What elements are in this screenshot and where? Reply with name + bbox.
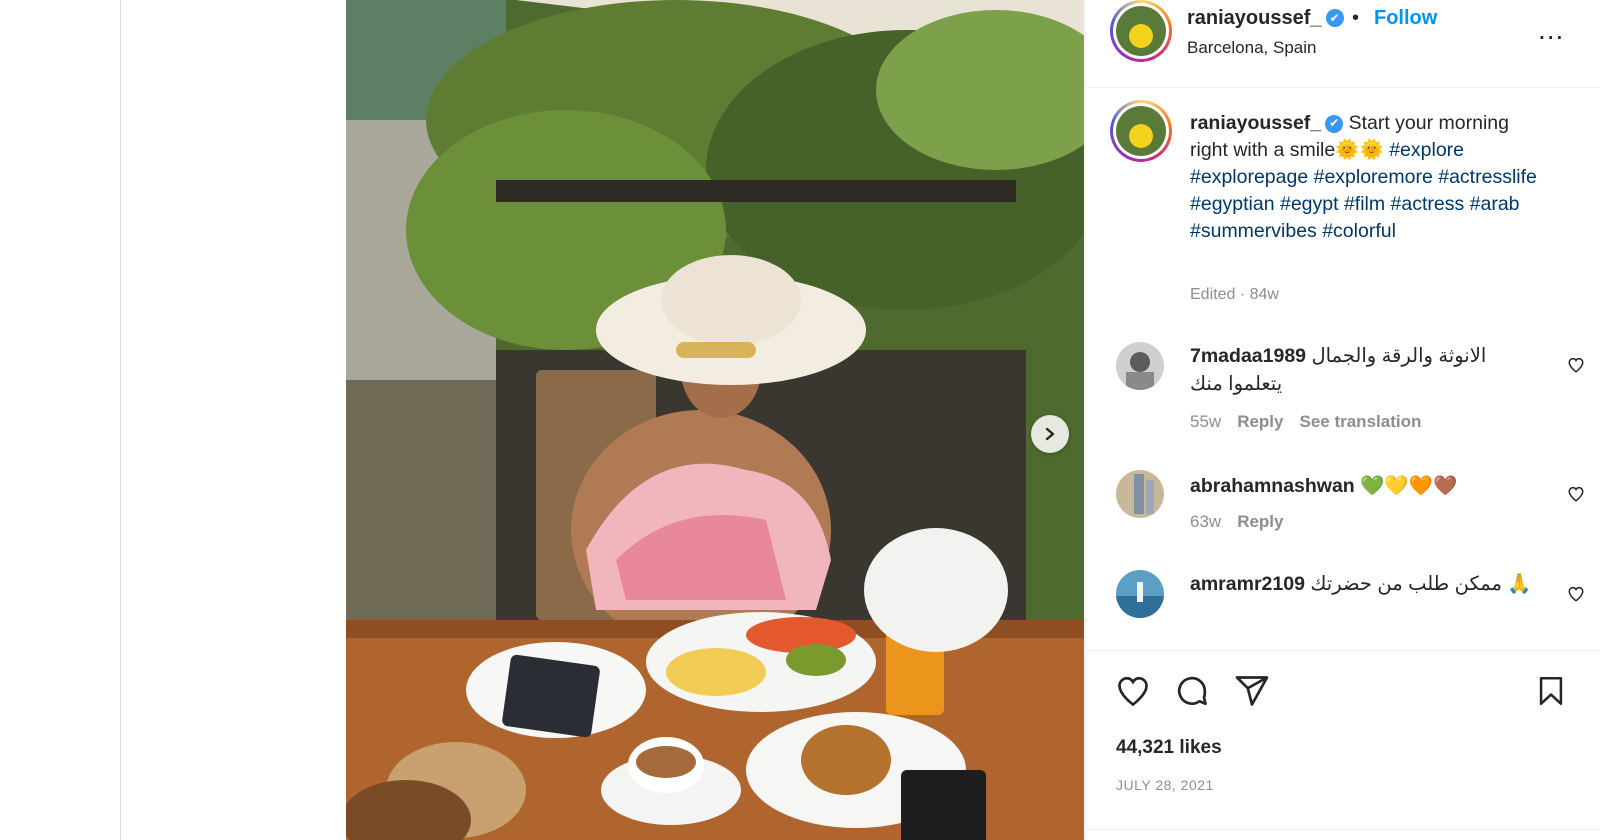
commenter-avatar[interactable] <box>1116 342 1164 390</box>
reply-button[interactable]: Reply <box>1237 412 1283 431</box>
share-icon <box>1234 676 1270 713</box>
divider <box>1086 829 1600 830</box>
comment-time: 55w <box>1190 412 1222 431</box>
next-icon <box>1043 427 1057 441</box>
author-avatar[interactable] <box>1110 0 1172 62</box>
post-photo <box>346 0 1084 840</box>
post-date: JULY 28, 2021 <box>1116 777 1214 793</box>
comment-text: 💚💛🧡🤎 <box>1360 475 1458 497</box>
share-button[interactable] <box>1234 673 1270 714</box>
comment-icon <box>1174 676 1210 713</box>
page-divider <box>120 0 121 840</box>
verified-icon: ✔ <box>1325 9 1344 27</box>
more-icon[interactable]: ... <box>1538 14 1564 46</box>
caption-avatar[interactable] <box>1110 100 1172 162</box>
caption-meta: Edited · 84w <box>1190 286 1279 303</box>
post-location[interactable]: Barcelona, Spain <box>1187 38 1316 58</box>
commenter-avatar[interactable] <box>1116 570 1164 618</box>
comment-button[interactable] <box>1174 673 1210 714</box>
save-button[interactable] <box>1534 673 1568 714</box>
save-icon <box>1534 676 1568 713</box>
comment-like-icon[interactable] <box>1567 585 1585 608</box>
comment-time: 63w <box>1190 512 1222 531</box>
post-actions: 44,321 likes JULY 28, 2021 <box>1086 650 1600 840</box>
heart-icon <box>1114 676 1152 713</box>
commenter-username[interactable]: abrahamnashwan <box>1190 475 1355 497</box>
separator-dot: • <box>1352 7 1360 29</box>
see-translation-button[interactable]: See translation <box>1299 412 1421 431</box>
comment-text: ممكن طلب من حضرتك 🙏 <box>1310 573 1532 595</box>
author-username[interactable]: raniayoussef_ <box>1187 7 1322 29</box>
verified-icon: ✔ <box>1325 114 1344 133</box>
like-count[interactable]: 44,321 likes <box>1116 737 1222 759</box>
reply-button[interactable]: Reply <box>1237 512 1283 531</box>
follow-button[interactable]: Follow <box>1374 7 1437 30</box>
commenter-avatar[interactable] <box>1116 470 1164 518</box>
like-button[interactable] <box>1114 673 1152 714</box>
post-side-panel: raniayoussef_ ✔ • Follow Barcelona, Spain… <box>1085 0 1600 840</box>
comment-like-icon[interactable] <box>1567 356 1585 379</box>
commenter-username[interactable]: amramr2109 <box>1190 573 1305 595</box>
commenter-username[interactable]: 7madaa1989 <box>1190 345 1306 367</box>
comment-like-icon[interactable] <box>1567 485 1585 508</box>
next-photo-button[interactable] <box>1031 415 1069 453</box>
post-header: raniayoussef_ ✔ • Follow Barcelona, Spain… <box>1086 0 1600 88</box>
caption-username[interactable]: raniayoussef_ <box>1190 112 1321 134</box>
caption-text: raniayoussef_ ✔ Start your morning right … <box>1190 110 1545 245</box>
